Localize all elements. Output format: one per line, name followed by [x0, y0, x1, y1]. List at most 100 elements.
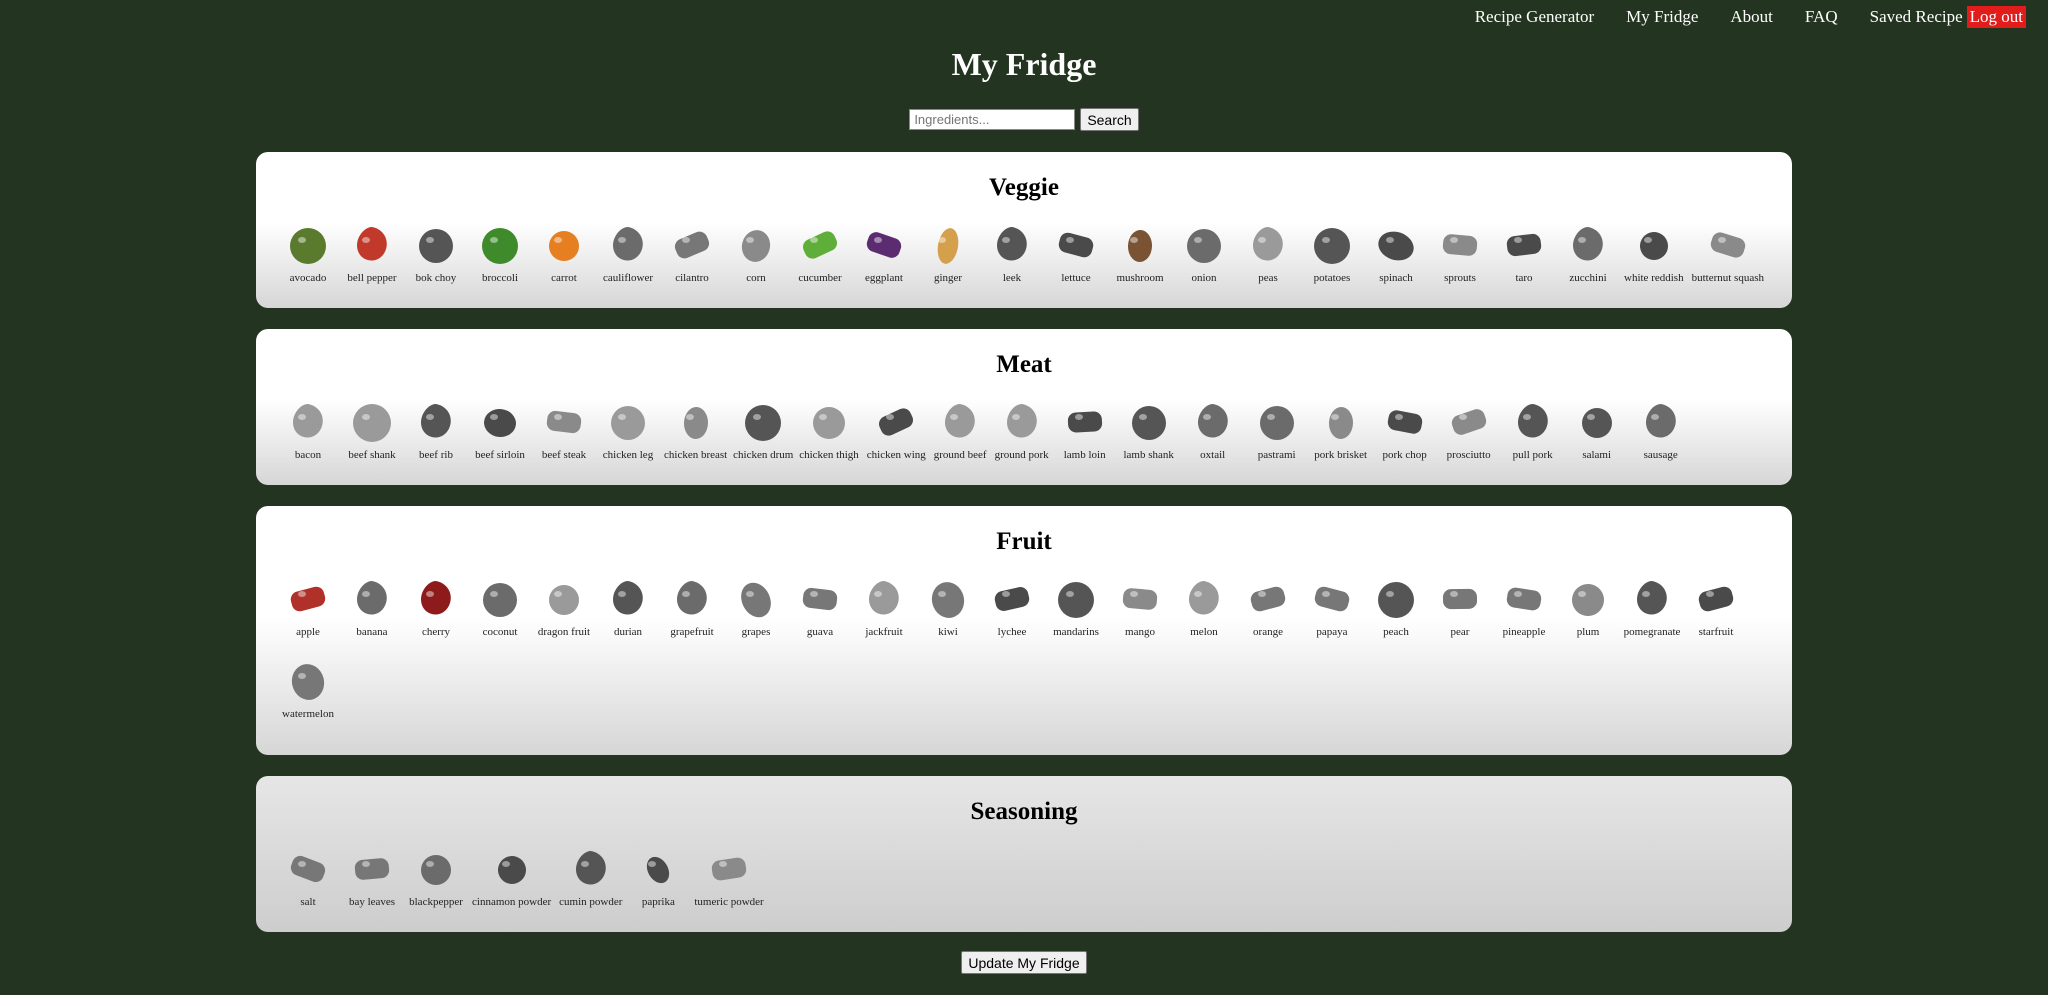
- ingredient-mushroom[interactable]: mushroom: [1108, 220, 1172, 284]
- ingredient-pomegranate[interactable]: pomegranate: [1620, 574, 1684, 638]
- ingredient-papaya[interactable]: papaya: [1300, 574, 1364, 638]
- logout-button[interactable]: Log out: [1966, 6, 2026, 28]
- ingredient-beef-shank[interactable]: beef shank: [340, 397, 404, 461]
- ingredient-lamb-shank[interactable]: lamb shank: [1117, 397, 1181, 461]
- ingredient-sprouts[interactable]: sprouts: [1428, 220, 1492, 284]
- ingredient-label: cilantro: [675, 272, 709, 284]
- ingredient-bay-leaves[interactable]: bay leaves: [340, 844, 404, 908]
- ingredient-beef-sirloin[interactable]: beef sirloin: [468, 397, 532, 461]
- sprouts-highlight: [1450, 237, 1458, 243]
- ingredient-cauliflower[interactable]: cauliflower: [596, 220, 660, 284]
- nav-about[interactable]: About: [1730, 7, 1773, 27]
- ingredient-mandarins[interactable]: mandarins: [1044, 574, 1108, 638]
- ingredient-guava[interactable]: guava: [788, 574, 852, 638]
- ingredient-oxtail[interactable]: oxtail: [1181, 397, 1245, 461]
- ingredient-bell-pepper[interactable]: bell pepper: [340, 220, 404, 284]
- ingredient-zucchini[interactable]: zucchini: [1556, 220, 1620, 284]
- ingredient-label: beef rib: [419, 449, 453, 461]
- ingredient-pork-brisket[interactable]: pork brisket: [1309, 397, 1373, 461]
- ingredient-leek[interactable]: leek: [980, 220, 1044, 284]
- ingredient-apple[interactable]: apple: [276, 574, 340, 638]
- nav-recipe-generator[interactable]: Recipe Generator: [1475, 7, 1594, 27]
- ingredient-eggplant[interactable]: eggplant: [852, 220, 916, 284]
- ingredient-corn[interactable]: corn: [724, 220, 788, 284]
- ingredient-ground-pork[interactable]: ground pork: [991, 397, 1053, 461]
- ingredient-beef-steak[interactable]: beef steak: [532, 397, 596, 461]
- ingredient-taro[interactable]: taro: [1492, 220, 1556, 284]
- sausage-shape: [1645, 404, 1676, 438]
- ingredient-kiwi[interactable]: kiwi: [916, 574, 980, 638]
- ingredient-lamb-loin[interactable]: lamb loin: [1053, 397, 1117, 461]
- ground-beef-shape: [945, 404, 975, 438]
- ingredient-pork-chop[interactable]: pork chop: [1373, 397, 1437, 461]
- update-fridge-button[interactable]: Update My Fridge: [961, 951, 1087, 974]
- ingredient-lychee[interactable]: lychee: [980, 574, 1044, 638]
- ingredient-pastrami[interactable]: pastrami: [1245, 397, 1309, 461]
- ingredient-banana[interactable]: banana: [340, 574, 404, 638]
- ingredient-salami[interactable]: salami: [1565, 397, 1629, 461]
- durian-shape: [613, 581, 643, 615]
- ingredient-tumeric-powder[interactable]: tumeric powder: [690, 844, 767, 908]
- ingredient-avocado[interactable]: avocado: [276, 220, 340, 284]
- ingredient-dragon-fruit[interactable]: dragon fruit: [532, 574, 596, 638]
- ingredient-cherry[interactable]: cherry: [404, 574, 468, 638]
- nav-saved-recipe[interactable]: Saved Recipe: [1870, 7, 1963, 27]
- ingredient-bok-choy[interactable]: bok choy: [404, 220, 468, 284]
- ingredient-grapefruit[interactable]: grapefruit: [660, 574, 724, 638]
- ingredient-search-input[interactable]: [909, 109, 1076, 130]
- ingredient-bacon[interactable]: bacon: [276, 397, 340, 461]
- search-button[interactable]: Search: [1080, 108, 1139, 131]
- nav-faq[interactable]: FAQ: [1805, 7, 1838, 27]
- ingredient-durian[interactable]: durian: [596, 574, 660, 638]
- ingredient-jackfruit[interactable]: jackfruit: [852, 574, 916, 638]
- ingredient-beef-rib[interactable]: beef rib: [404, 397, 468, 461]
- ingredient-carrot[interactable]: carrot: [532, 220, 596, 284]
- spinach-icon: [1372, 220, 1420, 268]
- ingredient-pineapple[interactable]: pineapple: [1492, 574, 1556, 638]
- ingredient-chicken-drum[interactable]: chicken drum: [731, 397, 795, 461]
- grapes-shape: [741, 582, 771, 618]
- ingredient-chicken-wing[interactable]: chicken wing: [863, 397, 930, 461]
- ingredient-sausage[interactable]: sausage: [1629, 397, 1693, 461]
- ingredient-peas[interactable]: peas: [1236, 220, 1300, 284]
- plum-shape: [1572, 584, 1604, 616]
- ingredient-starfruit[interactable]: starfruit: [1684, 574, 1748, 638]
- ingredient-ginger[interactable]: ginger: [916, 220, 980, 284]
- ingredient-butternut-squash[interactable]: butternut squash: [1688, 220, 1768, 284]
- ingredient-peach[interactable]: peach: [1364, 574, 1428, 638]
- ingredient-onion[interactable]: onion: [1172, 220, 1236, 284]
- ingredient-white-reddish[interactable]: white reddish: [1620, 220, 1688, 284]
- peas-highlight: [1258, 237, 1266, 243]
- ingredient-lettuce[interactable]: lettuce: [1044, 220, 1108, 284]
- ingredient-salt[interactable]: salt: [276, 844, 340, 908]
- ingredient-pear[interactable]: pear: [1428, 574, 1492, 638]
- orange-highlight: [1258, 591, 1266, 597]
- ingredient-chicken-breast[interactable]: chicken breast: [660, 397, 731, 461]
- ingredient-watermelon[interactable]: watermelon: [276, 656, 340, 720]
- ingredient-blackpepper[interactable]: blackpepper: [404, 844, 468, 908]
- ingredient-mango[interactable]: mango: [1108, 574, 1172, 638]
- ingredient-broccoli[interactable]: broccoli: [468, 220, 532, 284]
- ingredient-coconut[interactable]: coconut: [468, 574, 532, 638]
- ingredient-plum[interactable]: plum: [1556, 574, 1620, 638]
- ingredient-potatoes[interactable]: potatoes: [1300, 220, 1364, 284]
- ingredient-cinnamon-powder[interactable]: cinnamon powder: [468, 844, 555, 908]
- ingredient-pull-pork[interactable]: pull pork: [1501, 397, 1565, 461]
- ingredient-chicken-thigh[interactable]: chicken thigh: [795, 397, 863, 461]
- ingredient-chicken-leg[interactable]: chicken leg: [596, 397, 660, 461]
- ingredient-paprika[interactable]: paprika: [626, 844, 690, 908]
- ingredient-melon[interactable]: melon: [1172, 574, 1236, 638]
- broccoli-icon: [476, 220, 524, 268]
- ingredient-label: beef shank: [348, 449, 396, 461]
- ingredient-ground-beef[interactable]: ground beef: [930, 397, 991, 461]
- ingredient-prosciutto[interactable]: prosciutto: [1437, 397, 1501, 461]
- ingredient-cilantro[interactable]: cilantro: [660, 220, 724, 284]
- ingredient-orange[interactable]: orange: [1236, 574, 1300, 638]
- ingredient-cucumber[interactable]: cucumber: [788, 220, 852, 284]
- cumin-powder-highlight: [580, 861, 589, 867]
- ingredient-cumin-powder[interactable]: cumin powder: [555, 844, 626, 908]
- pork-chop-highlight: [1394, 414, 1403, 420]
- ingredient-grapes[interactable]: grapes: [724, 574, 788, 638]
- nav-my-fridge[interactable]: My Fridge: [1626, 7, 1698, 27]
- ingredient-spinach[interactable]: spinach: [1364, 220, 1428, 284]
